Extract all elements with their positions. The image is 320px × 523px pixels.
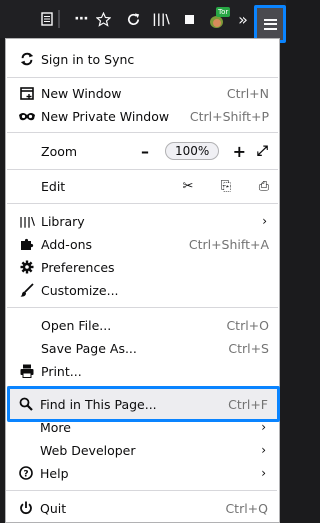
new-window-icon bbox=[19, 85, 35, 101]
zoom-label: Zoom bbox=[41, 143, 78, 159]
sync-label: Sign in to Sync bbox=[41, 51, 135, 67]
more-label: More bbox=[40, 419, 71, 435]
chevron-right-icon: › bbox=[262, 214, 267, 228]
add-ons-label: Add-ons bbox=[41, 236, 93, 252]
puzzle-icon bbox=[19, 236, 35, 252]
library-icon[interactable]: |||\ bbox=[151, 9, 171, 29]
sign-in-to-sync-item[interactable]: Sign in to Sync bbox=[7, 48, 278, 70]
menu-separator bbox=[7, 307, 278, 308]
hamburger-icon bbox=[263, 18, 277, 30]
preferences-label: Preferences bbox=[41, 259, 115, 275]
paste-icon[interactable]: ⎙ bbox=[255, 179, 273, 194]
print-item[interactable]: Print... bbox=[7, 360, 278, 382]
menu-separator bbox=[7, 77, 278, 78]
save-page-label: Save Page As... bbox=[41, 340, 137, 356]
print-label: Print... bbox=[41, 363, 82, 379]
add-ons-shortcut: Ctrl+Shift+A bbox=[188, 236, 269, 252]
find-in-page-shortcut: Ctrl+F bbox=[228, 396, 268, 412]
new-window-item[interactable]: New Window Ctrl+N bbox=[7, 82, 278, 104]
chevron-right-icon: › bbox=[261, 466, 266, 480]
edit-label: Edit bbox=[41, 178, 66, 194]
page-actions-icon[interactable]: ⋯ bbox=[70, 9, 92, 29]
zoom-out-button[interactable]: – bbox=[135, 141, 155, 161]
chevron-right-icon: › bbox=[261, 420, 266, 434]
reader-view-icon[interactable] bbox=[38, 9, 56, 29]
library-item[interactable]: |||\ Library › bbox=[7, 210, 278, 232]
library-icon: |||\ bbox=[18, 214, 36, 228]
fullscreen-icon[interactable]: ⤢ bbox=[257, 143, 268, 159]
quit-label: Quit bbox=[40, 500, 67, 516]
help-icon: ? bbox=[18, 465, 34, 481]
browser-toolbar: ⋯ |||\ Tor » bbox=[0, 0, 286, 43]
paintbrush-icon bbox=[19, 282, 35, 298]
add-ons-item[interactable]: Add-ons Ctrl+Shift+A bbox=[7, 233, 278, 255]
web-developer-label: Web Developer bbox=[40, 442, 136, 458]
zoom-in-button[interactable]: + bbox=[229, 141, 249, 161]
save-page-item[interactable]: Save Page As... Ctrl+S bbox=[7, 337, 278, 359]
edit-controls: ✂ ⎘ ⎙ bbox=[179, 175, 273, 197]
help-item[interactable]: ? Help › bbox=[6, 462, 277, 484]
quit-item[interactable]: Quit Ctrl+Q bbox=[6, 497, 277, 519]
save-page-shortcut: Ctrl+S bbox=[228, 340, 269, 356]
menu-separator bbox=[7, 132, 278, 133]
power-icon bbox=[18, 500, 34, 516]
search-icon bbox=[18, 396, 34, 412]
new-private-window-label: New Private Window bbox=[41, 108, 170, 124]
zoom-controls: – 100% + bbox=[135, 140, 249, 162]
customize-item[interactable]: Customize... bbox=[7, 279, 278, 301]
preferences-item[interactable]: Preferences bbox=[7, 256, 278, 278]
copy-icon[interactable]: ⎘ bbox=[217, 179, 235, 194]
help-label: Help bbox=[40, 465, 69, 481]
new-window-shortcut: Ctrl+N bbox=[226, 85, 269, 101]
library-label: Library bbox=[41, 213, 85, 229]
toolbar-separator bbox=[58, 10, 60, 28]
private-mask-icon bbox=[19, 108, 35, 124]
new-private-window-shortcut: Ctrl+Shift+P bbox=[189, 108, 269, 124]
tor-badge: Tor bbox=[216, 7, 231, 17]
stop-icon[interactable] bbox=[182, 9, 196, 29]
find-in-page-label: Find in This Page... bbox=[40, 396, 157, 412]
new-window-label: New Window bbox=[41, 85, 122, 101]
more-item[interactable]: More › bbox=[6, 419, 277, 435]
menu-separator bbox=[7, 169, 278, 170]
overflow-chevron-icon[interactable]: » bbox=[236, 9, 250, 29]
gear-icon bbox=[19, 259, 35, 275]
sync-icon bbox=[19, 51, 35, 67]
edit-row: Edit ✂ ⎘ ⎙ bbox=[7, 175, 278, 197]
menu-separator bbox=[7, 203, 278, 204]
zoom-reset-button[interactable]: 100% bbox=[165, 142, 220, 160]
tor-extension-icon[interactable]: Tor bbox=[206, 7, 231, 29]
svg-text:?: ? bbox=[23, 470, 28, 480]
open-file-item[interactable]: Open File... Ctrl+O bbox=[7, 314, 278, 336]
new-private-window-item[interactable]: New Private Window Ctrl+Shift+P bbox=[7, 105, 278, 127]
chevron-right-icon: › bbox=[261, 443, 266, 457]
reload-icon[interactable] bbox=[124, 9, 142, 29]
zoom-row: Zoom – 100% + ⤢ bbox=[7, 140, 278, 162]
menu-separator bbox=[6, 490, 277, 491]
web-developer-item[interactable]: Web Developer › bbox=[6, 439, 277, 461]
star-icon[interactable] bbox=[94, 9, 112, 29]
quit-shortcut: Ctrl+Q bbox=[225, 500, 268, 516]
open-file-label: Open File... bbox=[41, 317, 112, 333]
printer-icon bbox=[19, 363, 35, 379]
cut-icon[interactable]: ✂ bbox=[179, 179, 197, 194]
find-in-page-item[interactable]: Find in This Page... Ctrl+F bbox=[6, 393, 277, 415]
customize-label: Customize... bbox=[41, 282, 119, 298]
open-file-shortcut: Ctrl+O bbox=[226, 317, 269, 333]
